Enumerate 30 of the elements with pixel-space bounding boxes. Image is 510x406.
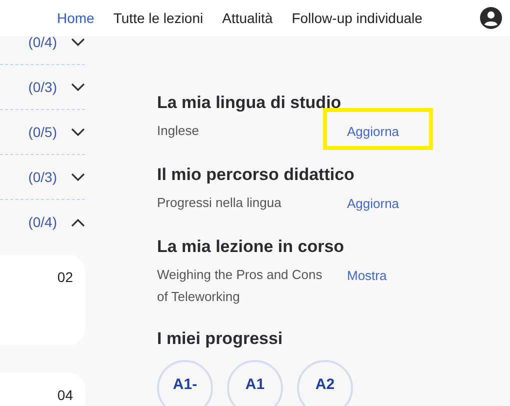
section-title: La mia lezione in corso: [157, 236, 346, 258]
lesson-number: 02: [57, 268, 73, 287]
lesson-number: 04: [57, 386, 73, 405]
section-text: Weighing the Pros and Cons of Teleworking: [157, 266, 324, 306]
section-title: Il mio percorso didattico: [157, 164, 356, 186]
module-row[interactable]: (0/3): [0, 65, 85, 110]
nav-link[interactable]: Tutte le lezioni: [113, 8, 204, 28]
level-badge[interactable]: A1-: [157, 360, 213, 406]
module-row[interactable]: (0/3): [0, 155, 85, 200]
lesson-card[interactable]: 04: [0, 373, 85, 406]
action-link[interactable]: Aggiorna: [347, 124, 400, 139]
section-title: La mia lingua di studio: [157, 92, 342, 114]
module-row[interactable]: (0/5): [0, 110, 85, 155]
section-text: Inglese: [157, 122, 200, 140]
progress-count: (0/4): [28, 213, 57, 232]
progress-count: (0/3): [28, 168, 57, 187]
nav-link[interactable]: Follow-up individuale: [292, 8, 422, 28]
action-link[interactable]: Mostra: [347, 268, 387, 283]
progress-count: (0/5): [28, 122, 57, 142]
module-row[interactable]: (0/4): [0, 200, 85, 245]
section-text: Progressi nella lingua: [157, 194, 282, 212]
progress-count: (0/4): [28, 32, 57, 52]
level-badge[interactable]: A1: [227, 360, 283, 406]
level-badge[interactable]: A2: [297, 360, 353, 406]
section-title: I miei progressi: [157, 328, 284, 350]
progress-count: (0/3): [28, 78, 57, 97]
user-avatar-icon[interactable]: [480, 7, 502, 29]
action-link[interactable]: Aggiorna: [347, 196, 400, 211]
nav-link[interactable]: Attualità: [222, 8, 273, 28]
lesson-card[interactable]: 02: [0, 255, 85, 345]
